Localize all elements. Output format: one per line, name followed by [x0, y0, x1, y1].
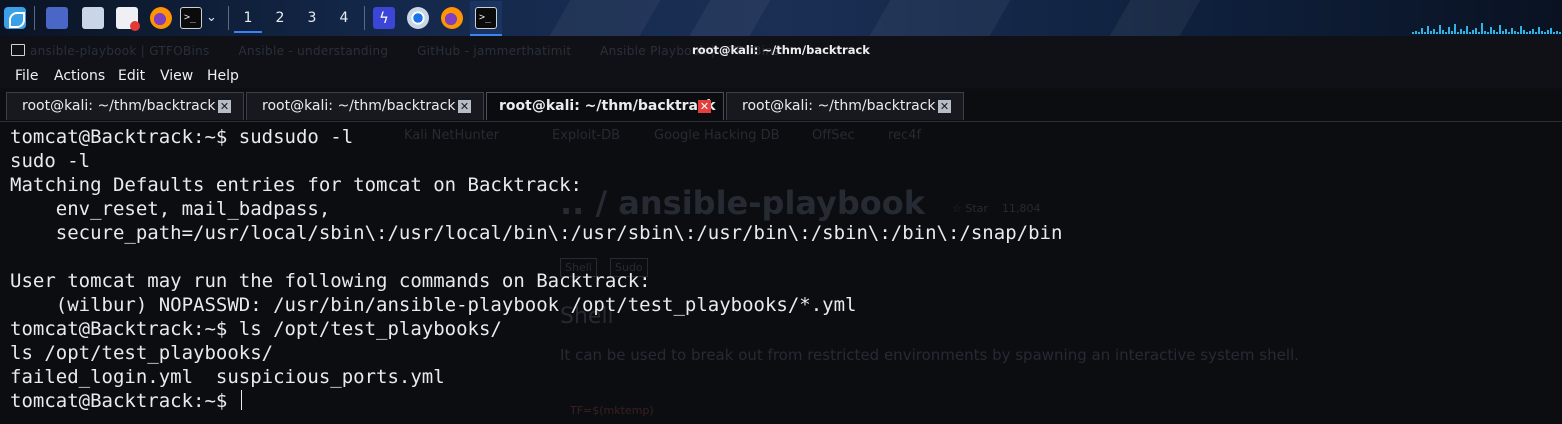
terminal-icon: >_: [180, 6, 202, 29]
tab-label: root@kali: ~/thm/backtrack: [262, 98, 456, 114]
chromium-icon: [407, 6, 429, 29]
kali-menu-icon: [4, 6, 26, 29]
window-title: root@kali: ~/thm/backtrack: [692, 43, 870, 57]
workspace-label: 1: [243, 10, 253, 26]
terminal-line: secure_path=/usr/local/sbin\:/usr/local/…: [10, 222, 1063, 244]
terminal-tab-3[interactable]: root@kali: ~/thm/backtrack ✕: [486, 92, 724, 120]
terminal-lines: tomcat@Backtrack:~$ sudsudo -l sudo -l M…: [10, 125, 1062, 413]
taskbar-separator: [364, 6, 365, 30]
workspace-4[interactable]: 4: [330, 5, 358, 31]
show-desktop-button[interactable]: [46, 5, 68, 30]
terminal-line: Matching Defaults entries for tomcat on …: [10, 174, 582, 196]
menu-actions[interactable]: Actions: [54, 68, 105, 84]
terminal-line: tomcat@Backtrack:~$ ls /opt/test_playboo…: [10, 318, 502, 340]
terminal-line: tomcat@Backtrack:~$ sudsudo -l: [10, 126, 354, 148]
wallpaper-stripe: [1109, 0, 1201, 36]
wallpaper-stripe: [549, 0, 661, 36]
menu-edit[interactable]: Edit: [118, 68, 145, 84]
workspace-2[interactable]: 2: [266, 5, 294, 31]
close-tab-icon[interactable]: ✕: [458, 100, 471, 113]
cpu-graph: [1412, 20, 1562, 34]
taskbar-separator: [34, 6, 35, 30]
terminal-window: ansible-playbook | GTFOBins Ansible - un…: [0, 36, 1562, 424]
workspace-label: 2: [275, 10, 285, 26]
taskbar-separator: [228, 6, 229, 30]
workspace-3[interactable]: 3: [298, 5, 326, 31]
terminal-tab-1[interactable]: root@kali: ~/thm/backtrack ✕: [6, 92, 244, 120]
text-editor-icon: [116, 6, 140, 31]
chromium-task[interactable]: [407, 5, 429, 30]
terminal-icon: >_: [475, 6, 497, 29]
file-manager-icon: [82, 6, 104, 29]
firefox-launcher[interactable]: [150, 5, 172, 30]
terminal-launcher-dropdown[interactable]: ⌄: [206, 5, 220, 30]
close-tab-icon[interactable]: ✕: [938, 100, 951, 113]
close-tab-icon[interactable]: ✕: [698, 100, 711, 113]
menu-file[interactable]: File: [15, 68, 38, 84]
terminal-launcher[interactable]: >_: [180, 5, 202, 30]
firefox-task[interactable]: [441, 5, 463, 30]
terminal-line: User tomcat may run the following comman…: [10, 270, 651, 292]
bolt-app-task[interactable]: ϟ: [373, 5, 395, 30]
bolt-icon: ϟ: [373, 6, 395, 29]
menu-view[interactable]: View: [160, 68, 193, 84]
terminal-task[interactable]: >_: [475, 5, 497, 30]
menu-bar: File Actions Edit View Help: [0, 64, 1562, 88]
workspace-label: 3: [307, 10, 317, 26]
terminal-output[interactable]: Kali NetHunter Exploit-DB Google Hacking…: [0, 122, 1562, 424]
chevron-down-icon: ⌄: [206, 10, 217, 25]
kali-menu-button[interactable]: [4, 5, 26, 30]
terminal-prompt-line[interactable]: tomcat@Backtrack:~$: [10, 389, 1062, 413]
menu-help[interactable]: Help: [207, 68, 239, 84]
text-editor-launcher[interactable]: [116, 5, 140, 31]
terminal-tab-4[interactable]: root@kali: ~/thm/backtrack ✕: [726, 92, 964, 120]
terminal-line: ls /opt/test_playbooks/: [10, 342, 274, 364]
firefox-icon: [150, 6, 172, 29]
firefox-icon: [441, 6, 463, 29]
window-titlebar[interactable]: ansible-playbook | GTFOBins Ansible - un…: [0, 36, 1562, 64]
terminal-line: (wilbur) NOPASSWD: /usr/bin/ansible-play…: [10, 294, 857, 316]
text-cursor: [240, 390, 242, 410]
tab-label: root@kali: ~/thm/backtrack: [22, 98, 216, 114]
file-manager-launcher[interactable]: [82, 5, 104, 30]
tab-label: root@kali: ~/thm/backtrack: [499, 98, 716, 114]
taskbar: >_ ⌄ 1 2 3 4 ϟ >_: [0, 0, 1562, 36]
wallpaper-stripe: [869, 0, 1011, 36]
workspace-label: 4: [339, 10, 349, 26]
window-icon: [46, 6, 68, 29]
close-tab-icon[interactable]: ✕: [218, 100, 231, 113]
terminal-line: failed_login.yml suspicious_ports.yml: [10, 366, 445, 388]
tab-label: root@kali: ~/thm/backtrack: [742, 98, 936, 114]
terminal-prompt: tomcat@Backtrack:~$: [10, 390, 239, 412]
wallpaper-stripe: [689, 0, 771, 36]
workspace-1[interactable]: 1: [234, 5, 262, 33]
terminal-line: sudo -l: [10, 150, 91, 172]
terminal-line: env_reset, mail_badpass,: [10, 198, 331, 220]
terminal-tab-2[interactable]: root@kali: ~/thm/backtrack ✕: [246, 92, 484, 120]
terminal-tab-bar: root@kali: ~/thm/backtrack ✕ root@kali: …: [0, 92, 1562, 122]
